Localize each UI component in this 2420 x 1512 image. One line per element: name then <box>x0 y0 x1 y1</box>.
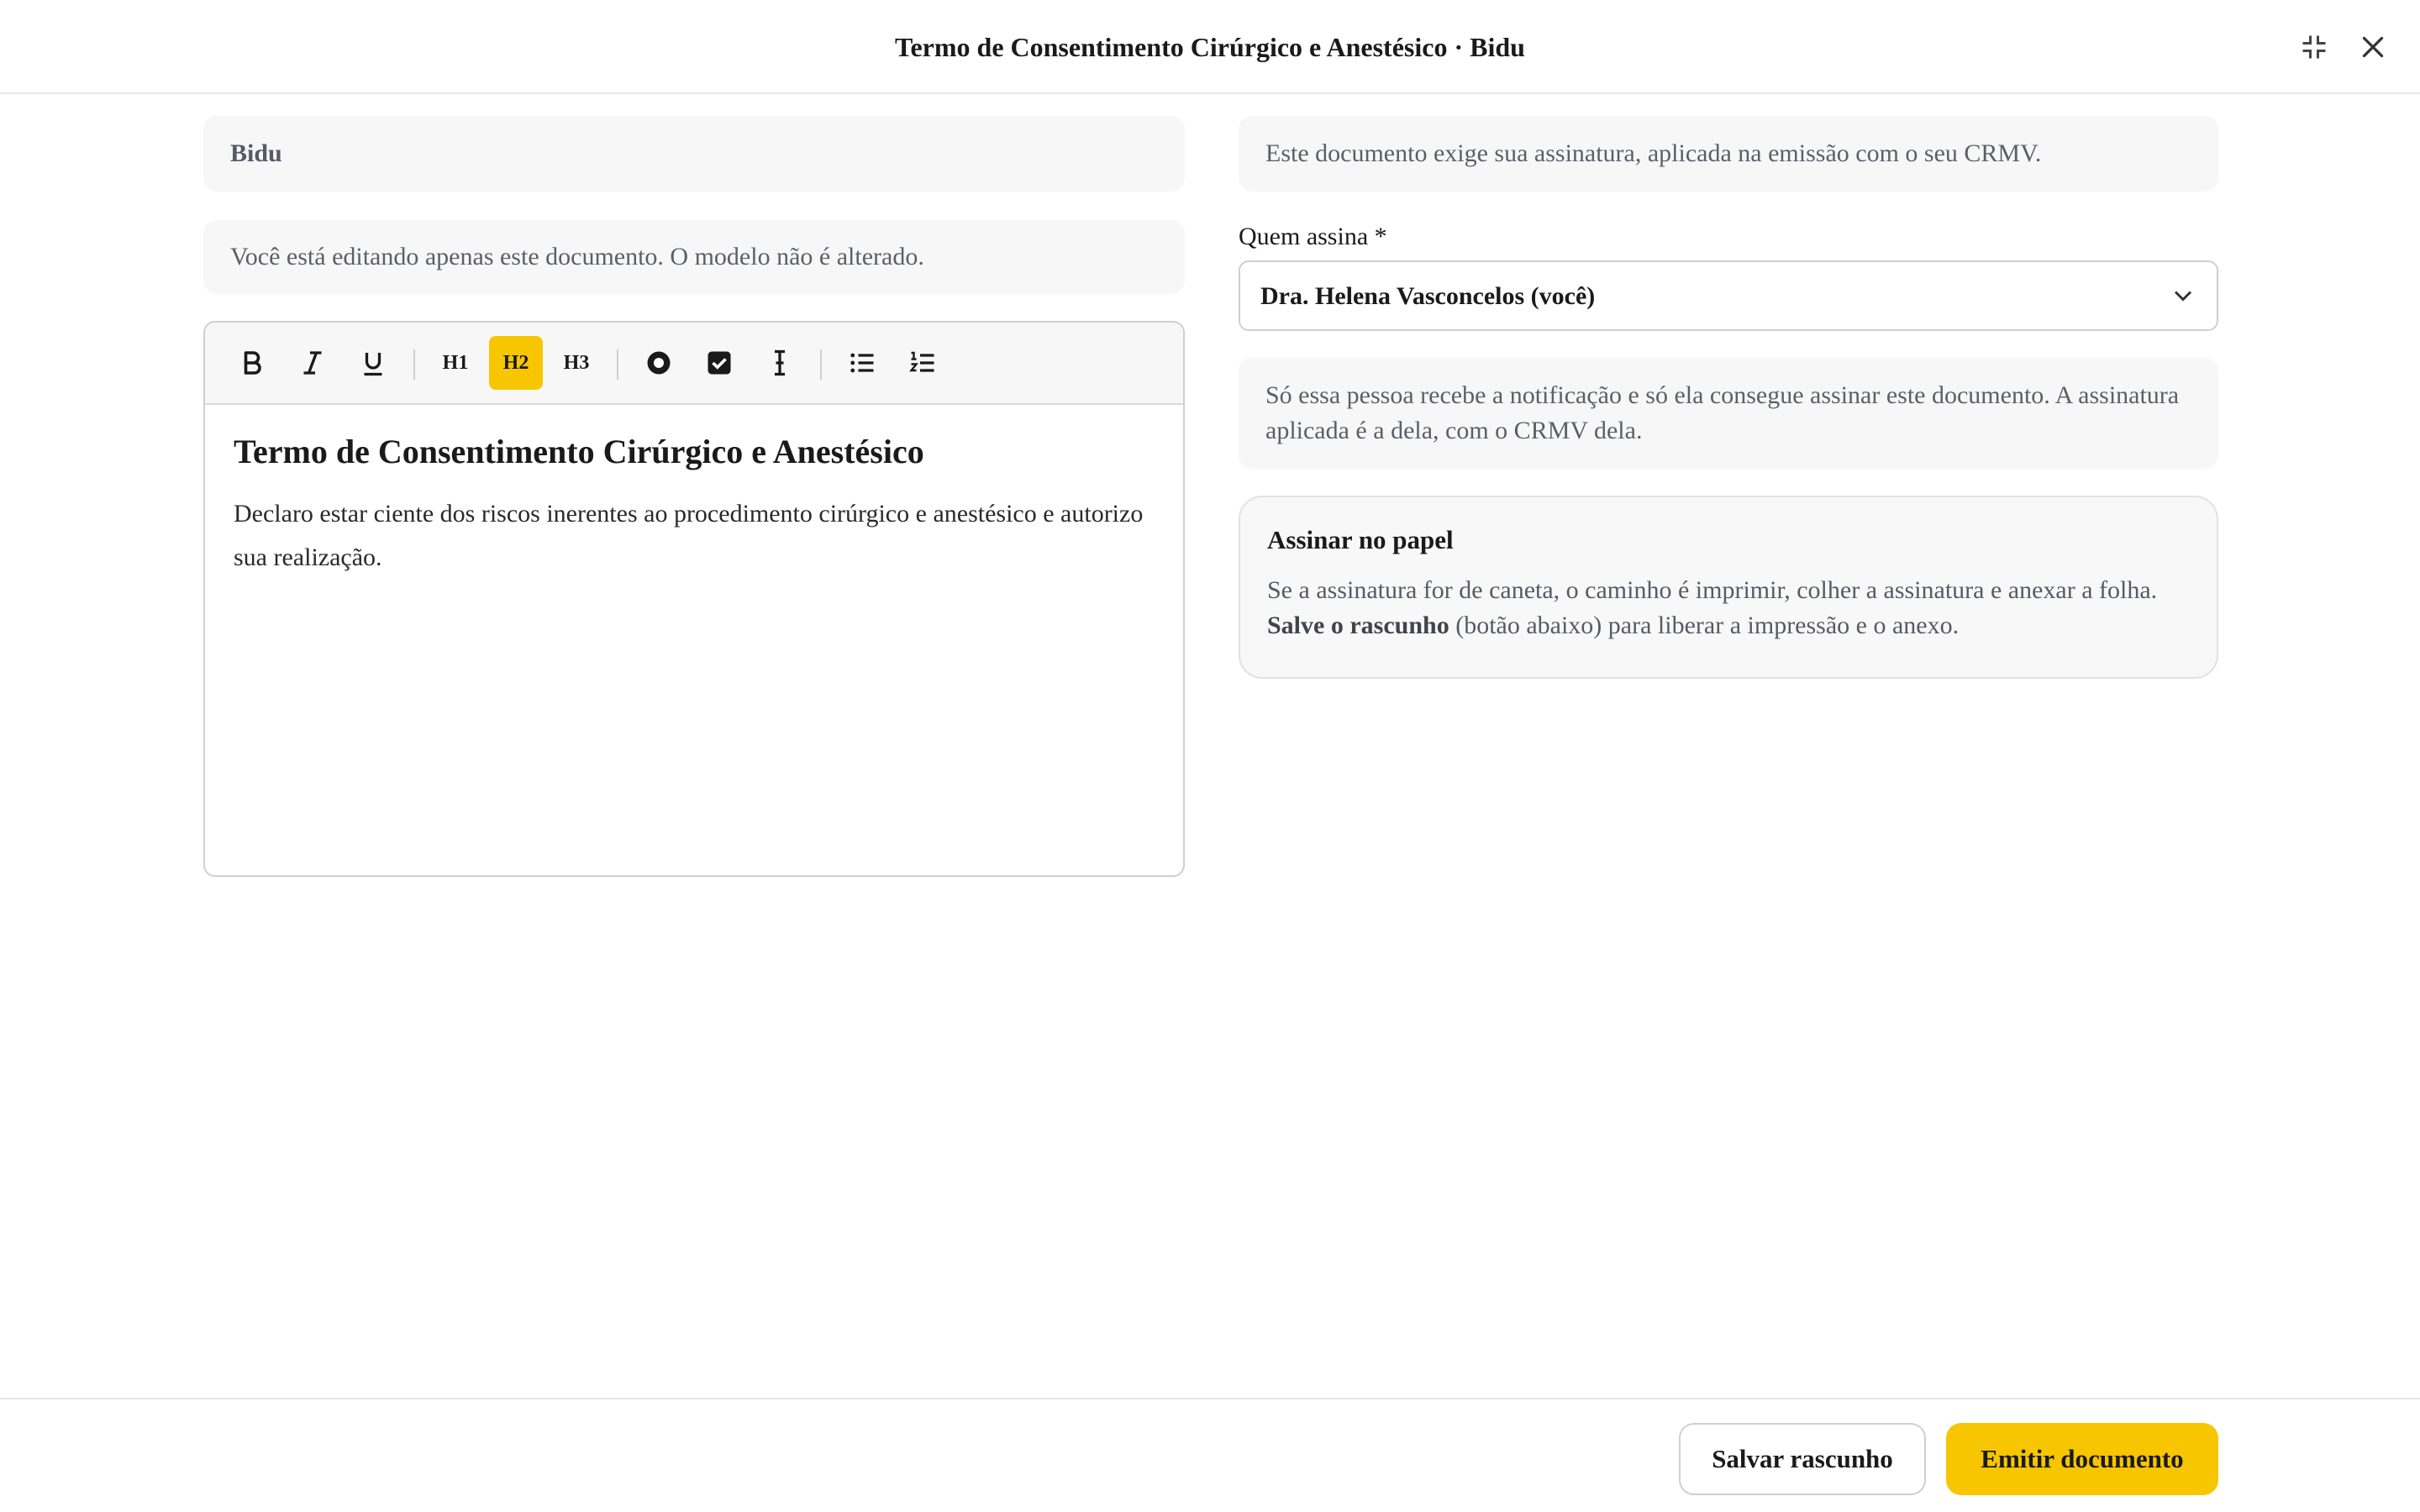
checkbox-icon <box>708 351 731 375</box>
bold-button[interactable] <box>225 336 279 390</box>
rich-text-editor[interactable]: H1 H2 H3 Termo de Consentimento Cirúrgic… <box>203 321 1185 877</box>
text-field-icon <box>775 349 785 376</box>
modal-footer: Salvar rascunho Emitir documento <box>0 1398 2420 1512</box>
underline-icon <box>364 353 382 376</box>
italic-button[interactable] <box>286 336 339 390</box>
heading-3-button[interactable]: H3 <box>550 336 603 390</box>
chevron-down-icon <box>2174 291 2192 302</box>
toolbar-divider <box>820 349 822 380</box>
document-body: Declaro estar ciente dos riscos inerente… <box>234 500 1144 571</box>
document-heading: Termo de Consentimento Cirúrgico e Anest… <box>234 433 924 470</box>
modal-header: Termo de Consentimento Cirúrgico e Anest… <box>0 0 2420 94</box>
radio-button-tool[interactable] <box>632 336 686 390</box>
numbered-list-button[interactable] <box>896 336 950 390</box>
paper-text-tail: (botão abaixo) para liberar a impressão … <box>1449 612 1960 639</box>
heading-2-button[interactable]: H2 <box>489 336 543 390</box>
italic-icon <box>303 351 322 375</box>
signer-help: Só essa pessoa recebe a notificação e só… <box>1239 358 2218 469</box>
edit-notice: Você está editando apenas este documento… <box>203 220 1185 294</box>
heading-1-button[interactable]: H1 <box>429 336 482 390</box>
radio-icon <box>647 351 671 375</box>
bold-icon <box>244 351 261 375</box>
toolbar-divider <box>413 349 415 380</box>
editor-content[interactable]: Termo de Consentimento Cirúrgico e Anest… <box>234 430 1150 580</box>
signer-label: Quem assina * <box>1239 223 1387 250</box>
checkbox-tool[interactable] <box>692 336 746 390</box>
toolbar-divider <box>617 349 618 380</box>
patient-name-field: Bidu <box>203 116 1185 192</box>
close-button[interactable] <box>2354 29 2391 66</box>
page-title: Termo de Consentimento Cirúrgico e Anest… <box>895 32 1525 62</box>
underline-button[interactable] <box>346 336 400 390</box>
signature-info: Este documento exige sua assinatura, apl… <box>1239 116 2218 192</box>
text-field-tool[interactable] <box>753 336 807 390</box>
emit-document-button[interactable]: Emitir documento <box>1946 1423 2218 1495</box>
paper-text-line: Se a assinatura for de caneta, o caminho… <box>1267 576 2158 604</box>
collapse-button[interactable] <box>2296 29 2333 66</box>
paper-card-text: Se a assinatura for de caneta, o caminho… <box>1267 573 2190 643</box>
paper-signature-card: Assinar no papel Se a assinatura for de … <box>1239 496 2218 679</box>
paper-card-title: Assinar no papel <box>1267 525 1454 554</box>
signer-select-value: Dra. Helena Vasconcelos (você) <box>1260 282 1596 310</box>
collapse-icon <box>2302 35 2326 59</box>
save-draft-button[interactable]: Salvar rascunho <box>1679 1423 1926 1495</box>
paper-text-bold: Salve o rascunho <box>1267 612 1449 639</box>
bullet-list-button[interactable] <box>835 336 889 390</box>
numbered-list-icon <box>909 351 934 372</box>
editor-toolbar: H1 H2 H3 <box>205 323 1183 405</box>
bullet-list-icon <box>850 353 874 373</box>
signer-select[interactable]: Dra. Helena Vasconcelos (você) <box>1239 260 2218 331</box>
close-icon <box>2362 36 2384 58</box>
